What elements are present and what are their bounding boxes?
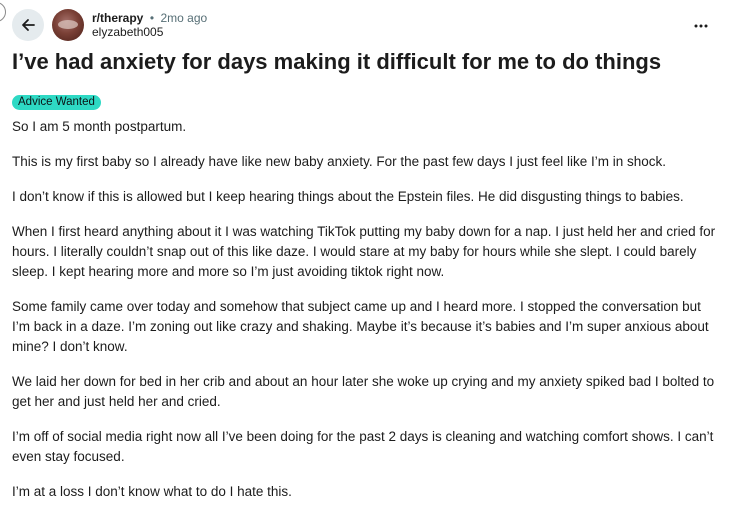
post-paragraph: I don’t know if this is allowed but I ke… — [12, 189, 684, 204]
more-options-button[interactable] — [690, 16, 712, 36]
subreddit-avatar[interactable] — [52, 9, 84, 41]
post-paragraph: Some family came over today and somehow … — [12, 299, 709, 354]
author-link[interactable]: elyzabeth005 — [92, 25, 163, 39]
post-paragraph: This is my first baby so I already have … — [12, 154, 667, 169]
ellipsis-horizontal-icon — [694, 24, 708, 28]
window-corner-decoration — [0, 2, 6, 22]
post-paragraph: I’m at a loss I don’t know what to do I … — [12, 484, 292, 499]
post-flair[interactable]: Advice Wanted — [12, 95, 101, 110]
meta-separator: • — [149, 11, 155, 25]
post-paragraph: When I first heard anything about it I w… — [12, 224, 716, 279]
post-paragraph: I’m off of social media right now all I’… — [12, 429, 714, 464]
post-paragraph: We laid her down for bed in her crib and… — [12, 374, 715, 409]
post-time: 2mo ago — [160, 11, 208, 25]
post-body: So I am 5 month postpartum. This is my f… — [12, 117, 718, 517]
post-meta: r/therapy • 2mo ago elyzabeth005 — [92, 11, 207, 39]
post-header: r/therapy • 2mo ago elyzabeth005 — [12, 8, 718, 44]
post-title: I’ve had anxiety for days making it diff… — [12, 49, 662, 74]
arrow-left-icon — [22, 19, 35, 31]
subreddit-link[interactable]: r/therapy — [92, 11, 143, 25]
post-paragraph: So I am 5 month postpartum. — [12, 119, 187, 134]
back-button[interactable] — [12, 9, 44, 41]
